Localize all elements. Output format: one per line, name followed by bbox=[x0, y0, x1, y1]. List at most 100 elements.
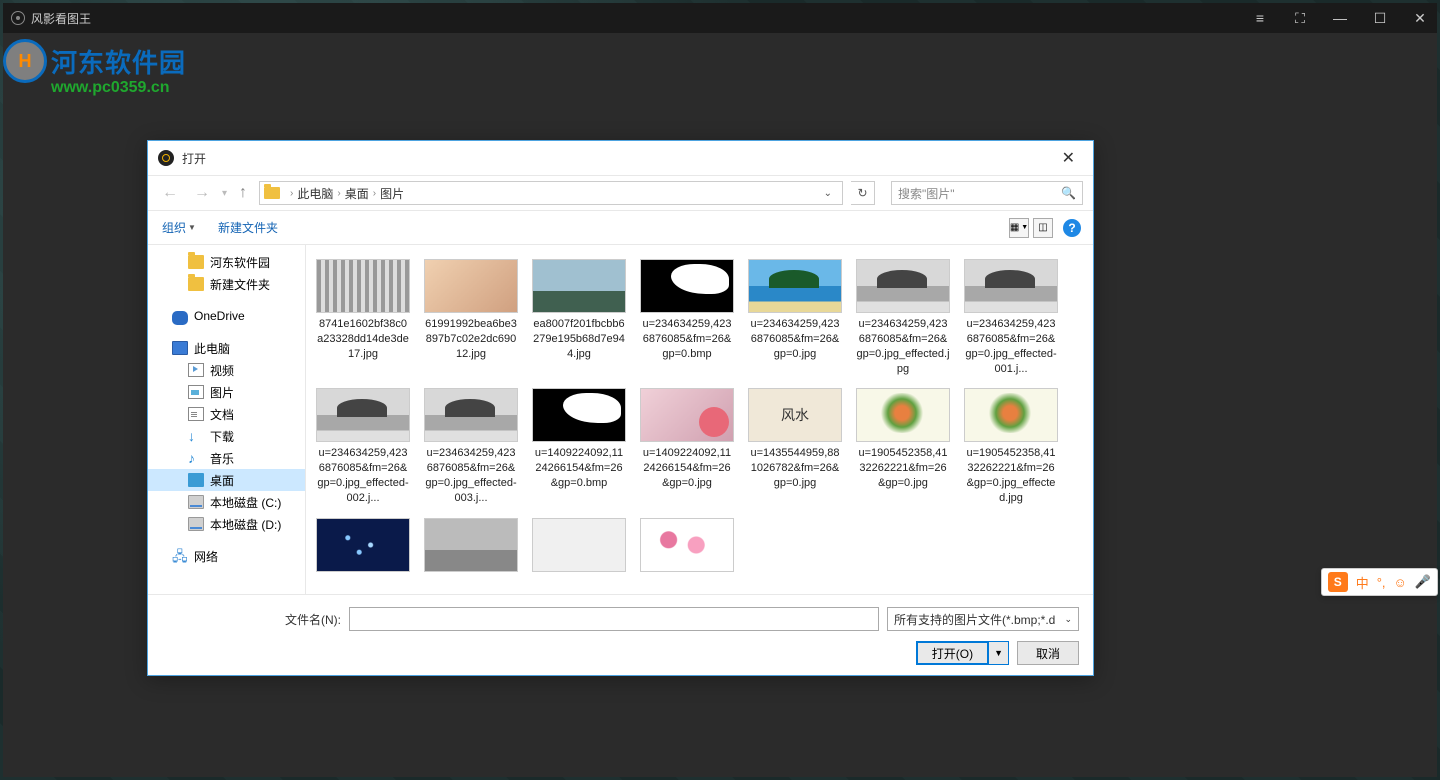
file-thumbnail bbox=[964, 259, 1058, 313]
file-thumbnail bbox=[856, 388, 950, 442]
fullscreen-icon[interactable]: ⛶ bbox=[1291, 10, 1309, 27]
file-item[interactable] bbox=[638, 514, 736, 576]
file-thumbnail bbox=[532, 518, 626, 572]
maximize-icon[interactable]: ☐ bbox=[1371, 10, 1389, 27]
ime-emoji[interactable]: ☺ bbox=[1394, 575, 1407, 590]
file-thumbnail bbox=[424, 388, 518, 442]
file-thumbnail bbox=[316, 388, 410, 442]
breadcrumb-root[interactable]: 此电脑 bbox=[297, 185, 333, 202]
file-item[interactable]: u=234634259,4236876085&fm=26&gp=0.jpg_ef… bbox=[422, 384, 520, 509]
file-item[interactable]: u=234634259,4236876085&fm=26&gp=0.jpg_ef… bbox=[314, 384, 412, 509]
file-item[interactable]: 8741e1602bf38c0a23328dd14de3de17.jpg bbox=[314, 255, 412, 380]
sidebar-item[interactable]: 河东软件园 bbox=[148, 251, 305, 273]
dialog-icon bbox=[158, 150, 174, 166]
chevron-down-icon: ⌄ bbox=[1064, 614, 1072, 625]
sidebar-item[interactable]: OneDrive bbox=[148, 305, 305, 327]
file-item[interactable] bbox=[422, 514, 520, 576]
window-controls: ≡ ⛶ — ☐ ✕ bbox=[1251, 10, 1429, 27]
app-window: 风影看图王 ≡ ⛶ — ☐ ✕ H 河东软件园 www.pc0359.cn 打开 bbox=[3, 3, 1437, 777]
dialog-sidebar[interactable]: 河东软件园新建文件夹OneDrive此电脑视频图片文档↓下载♪音乐桌面本地磁盘 … bbox=[148, 245, 306, 594]
folder-icon bbox=[264, 187, 280, 199]
file-item[interactable] bbox=[530, 514, 628, 576]
file-name: u=234634259,4236876085&fm=26&gp=0.jpg_ef… bbox=[316, 446, 410, 505]
file-thumbnail bbox=[424, 259, 518, 313]
dialog-main: 河东软件园新建文件夹OneDrive此电脑视频图片文档↓下载♪音乐桌面本地磁盘 … bbox=[148, 245, 1093, 594]
ime-lang[interactable]: 中 bbox=[1356, 573, 1369, 592]
file-item[interactable]: ea8007f201fbcbb6279e195b68d7e944.jpg bbox=[530, 255, 628, 380]
file-name: 61991992bea6be3897b7c02e2dc69012.jpg bbox=[424, 317, 518, 362]
minimize-icon[interactable]: — bbox=[1331, 10, 1349, 26]
file-item[interactable]: u=234634259,4236876085&fm=26&gp=0.jpg_ef… bbox=[962, 255, 1060, 380]
view-mode-button[interactable]: ▦ ▼ bbox=[1009, 218, 1029, 238]
sidebar-item-label: 河东软件园 bbox=[210, 254, 270, 271]
titlebar[interactable]: 风影看图王 ≡ ⛶ — ☐ ✕ bbox=[3, 3, 1437, 33]
file-item[interactable]: u=234634259,4236876085&fm=26&gp=0.jpg bbox=[746, 255, 844, 380]
dialog-toolbar: 组织▼ 新建文件夹 ▦ ▼ ◫ ? bbox=[148, 211, 1093, 245]
sidebar-item[interactable]: 本地磁盘 (C:) bbox=[148, 491, 305, 513]
sidebar-item[interactable]: 🖧网络 bbox=[148, 545, 305, 567]
file-item[interactable]: 风水u=1435544959,881026782&fm=26&gp=0.jpg bbox=[746, 384, 844, 509]
file-thumbnail bbox=[424, 518, 518, 572]
sidebar-item-label: 新建文件夹 bbox=[210, 276, 270, 293]
sidebar-item[interactable]: 此电脑 bbox=[148, 337, 305, 359]
ime-voice-icon[interactable]: 🎤 bbox=[1415, 574, 1431, 590]
nav-back-icon[interactable]: ← bbox=[158, 180, 182, 206]
breadcrumb-l2[interactable]: 桌面 bbox=[345, 185, 369, 202]
refresh-button[interactable]: ↻ bbox=[851, 181, 875, 205]
search-input[interactable]: 搜索"图片" 🔍 bbox=[891, 181, 1083, 205]
file-list[interactable]: 8741e1602bf38c0a23328dd14de3de17.jpg 6199… bbox=[306, 245, 1093, 594]
nav-history-dropdown-icon[interactable]: ▾ bbox=[222, 188, 227, 199]
sidebar-item[interactable]: 桌面 bbox=[148, 469, 305, 491]
ime-bar[interactable]: S 中 °, ☺ 🎤 bbox=[1321, 568, 1438, 596]
nav-up-icon[interactable]: ↑ bbox=[235, 180, 251, 206]
dialog-close-icon[interactable]: ✕ bbox=[1054, 144, 1083, 172]
sidebar-item-label: 下载 bbox=[210, 428, 234, 445]
file-thumbnail bbox=[532, 259, 626, 313]
address-bar[interactable]: › 此电脑 › 桌面 › 图片 ⌄ bbox=[259, 181, 843, 205]
file-thumbnail bbox=[640, 259, 734, 313]
file-item[interactable]: u=234634259,4236876085&fm=26&gp=0.bmp bbox=[638, 255, 736, 380]
file-item[interactable]: u=1905452358,4132262221&fm=26&gp=0.jpg_e… bbox=[962, 384, 1060, 509]
open-dropdown-icon[interactable]: ▼ bbox=[988, 642, 1008, 664]
file-thumbnail bbox=[856, 259, 950, 313]
organize-button[interactable]: 组织▼ bbox=[160, 215, 198, 240]
sidebar-item[interactable]: ♪音乐 bbox=[148, 447, 305, 469]
open-button[interactable]: 打开(O) ▼ bbox=[916, 641, 1009, 665]
new-folder-button[interactable]: 新建文件夹 bbox=[216, 215, 280, 240]
file-open-dialog: 打开 ✕ ← → ▾ ↑ › 此电脑 › 桌面 › 图片 ⌄ bbox=[147, 140, 1094, 676]
search-icon[interactable]: 🔍 bbox=[1061, 186, 1076, 200]
file-item[interactable]: 61991992bea6be3897b7c02e2dc69012.jpg bbox=[422, 255, 520, 380]
app-body: H 河东软件园 www.pc0359.cn 打开 ✕ ← → ▾ ↑ › bbox=[3, 33, 1437, 777]
ime-punct[interactable]: °, bbox=[1377, 575, 1386, 590]
cancel-button[interactable]: 取消 bbox=[1017, 641, 1079, 665]
sidebar-item[interactable]: 新建文件夹 bbox=[148, 273, 305, 295]
help-button[interactable]: ? bbox=[1063, 219, 1081, 237]
file-item[interactable]: u=1905452358,4132262221&fm=26&gp=0.jpg bbox=[854, 384, 952, 509]
breadcrumb-l3[interactable]: 图片 bbox=[380, 185, 404, 202]
file-thumbnail bbox=[964, 388, 1058, 442]
menu-icon[interactable]: ≡ bbox=[1251, 10, 1269, 26]
file-name: u=1435544959,881026782&fm=26&gp=0.jpg bbox=[748, 446, 842, 491]
file-name: u=1905452358,4132262221&fm=26&gp=0.jpg_e… bbox=[964, 446, 1058, 505]
sidebar-item[interactable]: ↓下载 bbox=[148, 425, 305, 447]
nav-forward-icon[interactable]: → bbox=[190, 180, 214, 206]
file-item[interactable]: u=1409224092,1124266154&fm=26&gp=0.jpg bbox=[638, 384, 736, 509]
sidebar-item-label: 音乐 bbox=[210, 450, 234, 467]
sidebar-item[interactable]: 图片 bbox=[148, 381, 305, 403]
file-type-filter[interactable]: 所有支持的图片文件(*.bmp;*.d ⌄ bbox=[887, 607, 1079, 631]
watermark: H 河东软件园 www.pc0359.cn bbox=[3, 39, 186, 97]
address-dropdown-icon[interactable]: ⌄ bbox=[818, 188, 838, 199]
file-item[interactable]: u=1409224092,1124266154&fm=26&gp=0.bmp bbox=[530, 384, 628, 509]
file-item[interactable] bbox=[314, 514, 412, 576]
dialog-titlebar[interactable]: 打开 ✕ bbox=[148, 141, 1093, 175]
file-name: ea8007f201fbcbb6279e195b68d7e944.jpg bbox=[532, 317, 626, 362]
sidebar-item[interactable]: 本地磁盘 (D:) bbox=[148, 513, 305, 535]
file-item[interactable]: u=234634259,4236876085&fm=26&gp=0.jpg_ef… bbox=[854, 255, 952, 380]
sidebar-item[interactable]: 视频 bbox=[148, 359, 305, 381]
preview-pane-button[interactable]: ◫ bbox=[1033, 218, 1053, 238]
close-icon[interactable]: ✕ bbox=[1411, 10, 1429, 27]
ime-logo-icon[interactable]: S bbox=[1328, 572, 1348, 592]
sidebar-item-label: OneDrive bbox=[194, 309, 245, 323]
sidebar-item[interactable]: 文档 bbox=[148, 403, 305, 425]
filename-input[interactable] bbox=[349, 607, 879, 631]
